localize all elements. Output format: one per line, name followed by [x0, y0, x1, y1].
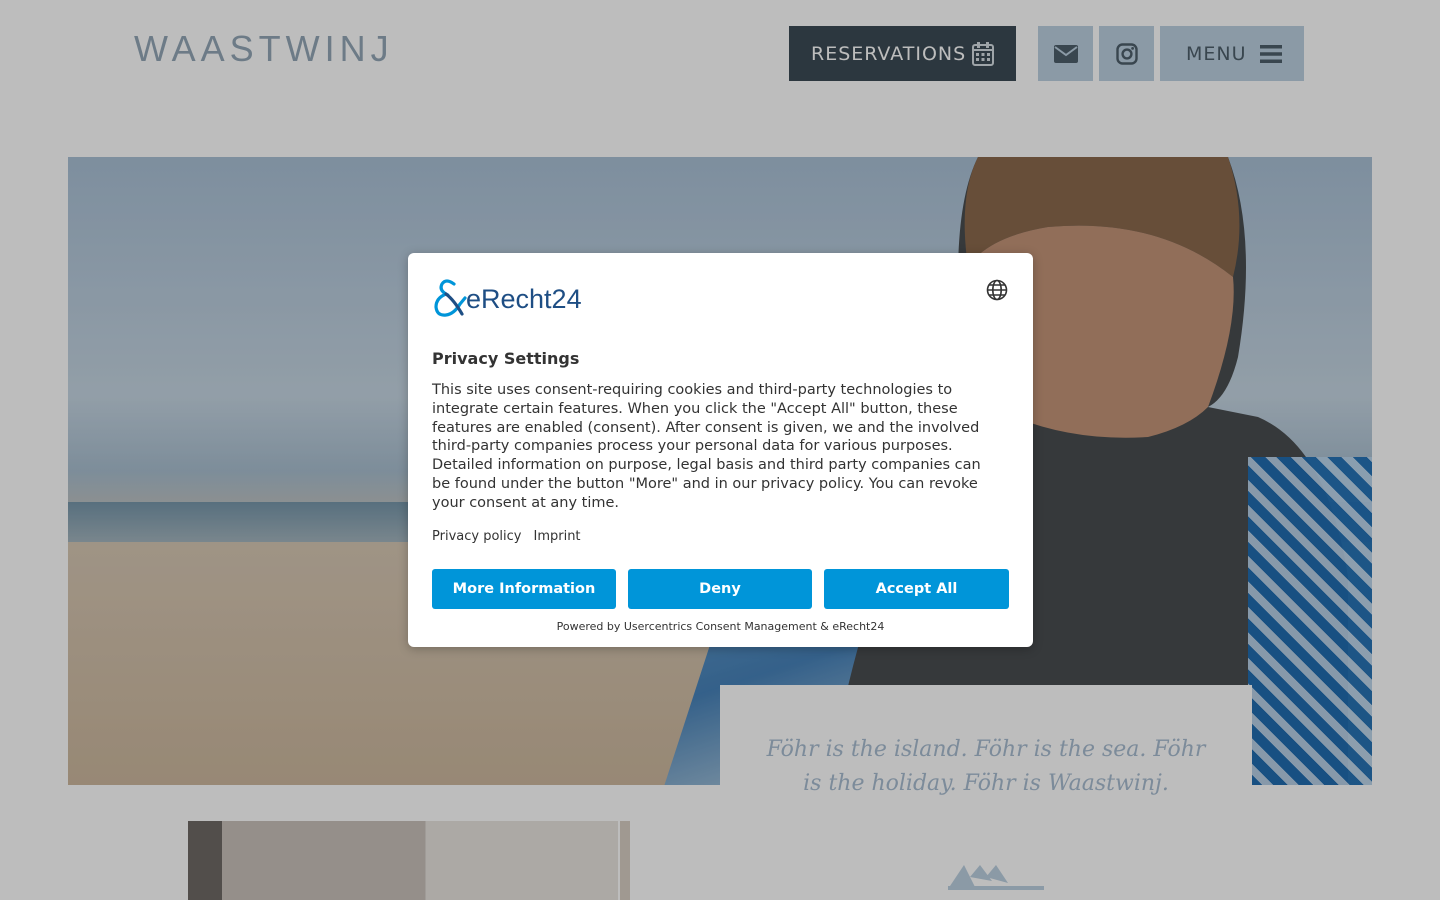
- imprint-link[interactable]: Imprint: [533, 529, 580, 544]
- consent-description: This site uses consent-requiring cookies…: [432, 382, 981, 511]
- consent-title: Privacy Settings: [432, 349, 580, 368]
- consent-brand: eRecht24: [466, 284, 582, 314]
- deny-button[interactable]: Deny: [628, 569, 812, 609]
- more-information-button[interactable]: More Information: [432, 569, 616, 609]
- globe-icon[interactable]: [985, 278, 1009, 302]
- consent-dialog: eRecht24 Privacy Settings This site uses…: [408, 253, 1033, 647]
- erecht24-logo: eRecht24: [432, 278, 592, 318]
- consent-footer: Powered by Usercentrics Consent Manageme…: [556, 620, 885, 633]
- ampersand-logo-icon: [434, 279, 467, 317]
- privacy-policy-link[interactable]: Privacy policy: [432, 529, 521, 544]
- accept-all-button[interactable]: Accept All: [824, 569, 1009, 609]
- consent-links: Privacy policy Imprint: [432, 529, 581, 544]
